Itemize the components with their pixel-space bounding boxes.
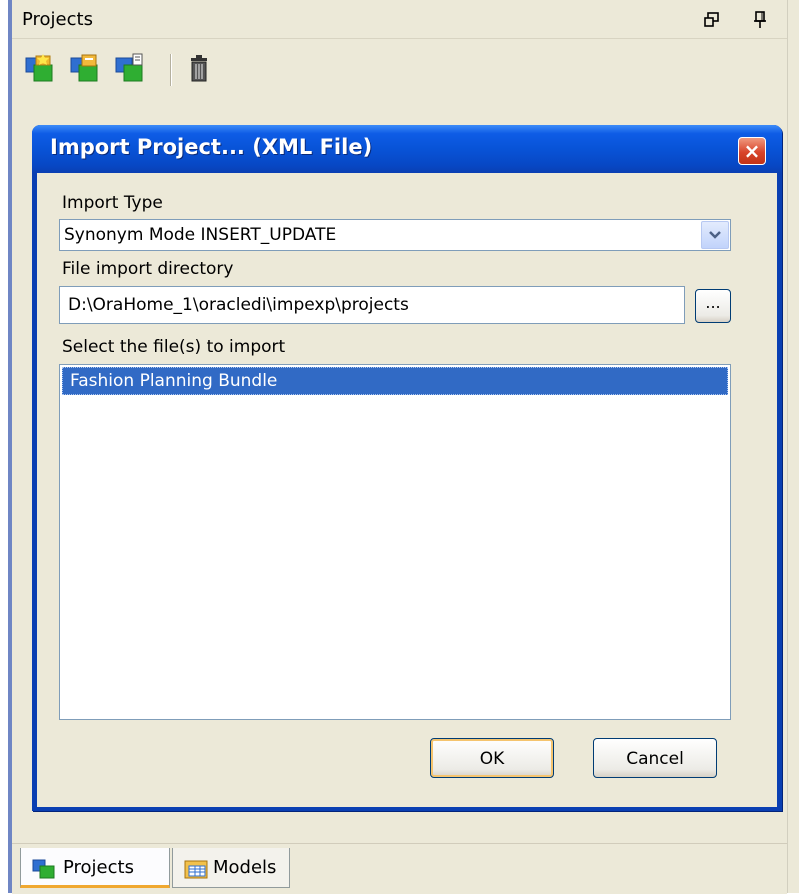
dialog-titlebar[interactable]: Import Project... (XML File) × (32, 125, 782, 173)
import-type-select[interactable]: Synonym Mode INSERT_UPDATE (59, 219, 731, 251)
delete-icon[interactable] (182, 52, 216, 86)
import-type-value: Synonym Mode INSERT_UPDATE (64, 225, 337, 245)
panel-header: Projects (12, 0, 799, 39)
pin-icon[interactable] (750, 10, 770, 30)
panel-tab-strip: Projects Models (12, 843, 787, 894)
models-icon (183, 857, 209, 886)
list-item[interactable]: Fashion Planning Bundle (62, 367, 728, 395)
projects-icon (31, 857, 57, 886)
restore-icon[interactable] (702, 10, 722, 30)
tab-models[interactable]: Models (172, 848, 290, 888)
dialog-body: Import Type Synonym Mode INSERT_UPDATE F… (37, 173, 777, 807)
file-list[interactable]: Fashion Planning Bundle (59, 364, 731, 720)
cancel-button[interactable]: Cancel (593, 738, 717, 778)
directory-label: File import directory (62, 259, 234, 279)
window-left-edge (0, 0, 12, 893)
close-button[interactable]: × (738, 137, 766, 165)
import-project-icon[interactable] (112, 52, 146, 86)
directory-input[interactable] (59, 286, 685, 324)
insert-project-icon[interactable] (22, 52, 56, 86)
tab-label: Models (213, 857, 277, 878)
dialog-title: Import Project... (XML File) (50, 135, 373, 159)
duplicate-project-icon[interactable] (67, 52, 101, 86)
toolbar-separator (170, 54, 172, 86)
panel-title: Projects (22, 9, 93, 30)
tab-projects[interactable]: Projects (20, 848, 170, 888)
ok-button[interactable]: OK (430, 738, 554, 778)
files-label: Select the file(s) to import (62, 337, 286, 357)
tab-label: Projects (63, 857, 134, 878)
chevron-down-icon[interactable] (701, 221, 729, 249)
panel-right-border (787, 0, 799, 893)
import-project-dialog: Import Project... (XML File) × Import Ty… (32, 125, 782, 811)
import-type-label: Import Type (62, 193, 163, 213)
panel-toolbar (12, 44, 787, 98)
browse-button[interactable]: ... (695, 289, 731, 323)
